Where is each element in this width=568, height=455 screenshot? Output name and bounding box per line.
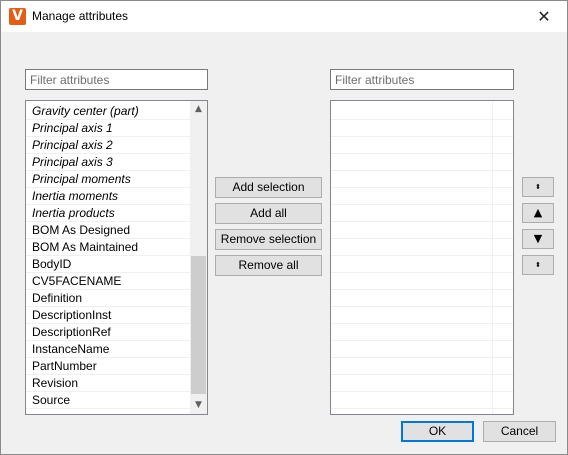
empty-row: [331, 154, 513, 171]
empty-row: [331, 273, 513, 290]
available-attributes-list[interactable]: Gravity center (part) Principal axis 1 Pri…: [25, 100, 208, 415]
app-logo-icon: V: [9, 8, 26, 25]
scroll-down-icon[interactable]: ▼: [190, 397, 207, 414]
list-item[interactable]: Principal axis 1: [26, 120, 190, 137]
list-item[interactable]: PartNumber: [26, 358, 190, 375]
empty-row: [331, 205, 513, 222]
empty-row: [331, 358, 513, 375]
empty-row: [331, 324, 513, 341]
close-icon[interactable]: ✕: [521, 1, 567, 32]
list-item[interactable]: CV5FACENAME: [26, 273, 190, 290]
list-item[interactable]: DescriptionInst: [26, 307, 190, 324]
selected-attributes-list[interactable]: [330, 100, 514, 415]
list-item[interactable]: DescriptionRef: [26, 324, 190, 341]
empty-row: [331, 222, 513, 239]
scroll-up-icon[interactable]: ▲: [190, 101, 207, 118]
empty-row: [331, 171, 513, 188]
scroll-thumb[interactable]: [191, 256, 206, 394]
list-item[interactable]: BOM As Maintained: [26, 239, 190, 256]
move-to-bottom-icon[interactable]: ⬍: [522, 255, 554, 275]
list-item[interactable]: Principal axis 2: [26, 137, 190, 154]
list-item[interactable]: Revision: [26, 375, 190, 392]
empty-row: [331, 290, 513, 307]
available-attributes-rows: Gravity center (part) Principal axis 1 Pri…: [26, 101, 190, 409]
move-to-top-icon[interactable]: ⬍: [522, 177, 554, 197]
remove-selection-button[interactable]: Remove selection: [215, 229, 322, 250]
available-filter-input[interactable]: [25, 69, 208, 90]
empty-row: [331, 307, 513, 324]
selected-filter-input[interactable]: [330, 69, 514, 90]
available-list-scrollbar[interactable]: ▲ ▼: [190, 101, 207, 414]
list-item[interactable]: BodyID: [26, 256, 190, 273]
add-selection-button[interactable]: Add selection: [215, 177, 322, 198]
list-item[interactable]: BOM As Designed: [26, 222, 190, 239]
empty-row: [331, 103, 513, 120]
empty-row: [331, 239, 513, 256]
list-item[interactable]: Definition: [26, 290, 190, 307]
title-bar: V Manage attributes ✕: [1, 1, 567, 32]
column-divider: [492, 101, 493, 414]
list-item[interactable]: Principal moments: [26, 171, 190, 188]
empty-row: [331, 256, 513, 273]
list-item[interactable]: Inertia moments: [26, 188, 190, 205]
empty-row: [331, 392, 513, 409]
list-item[interactable]: Inertia products: [26, 205, 190, 222]
manage-attributes-dialog: V Manage attributes ✕ Gravity center (pa…: [0, 0, 568, 455]
move-down-icon[interactable]: ▼: [522, 229, 554, 249]
list-item[interactable]: Gravity center (part): [26, 103, 190, 120]
empty-row: [331, 120, 513, 137]
list-item[interactable]: Principal axis 3: [26, 154, 190, 171]
add-all-button[interactable]: Add all: [215, 203, 322, 224]
list-item[interactable]: Source: [26, 392, 190, 409]
selected-attributes-rows: [331, 101, 513, 409]
ok-button[interactable]: OK: [401, 421, 474, 442]
empty-row: [331, 188, 513, 205]
cancel-button[interactable]: Cancel: [483, 421, 556, 442]
move-up-icon[interactable]: ▲: [522, 203, 554, 223]
empty-row: [331, 137, 513, 154]
remove-all-button[interactable]: Remove all: [215, 255, 322, 276]
empty-row: [331, 375, 513, 392]
empty-row: [331, 341, 513, 358]
list-item[interactable]: InstanceName: [26, 341, 190, 358]
window-title: Manage attributes: [32, 9, 129, 23]
